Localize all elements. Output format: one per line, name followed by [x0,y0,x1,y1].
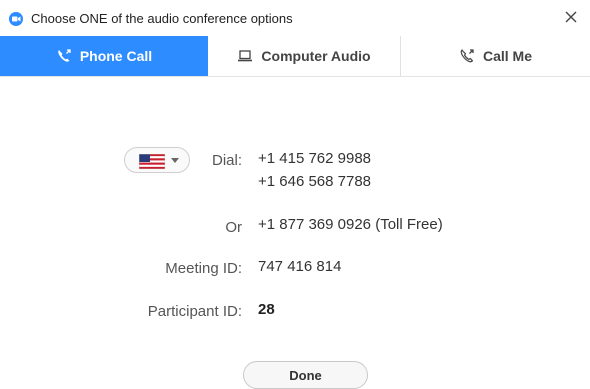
participant-id-value: 28 [258,301,275,318]
tab-call-me-label: Call Me [482,48,532,64]
close-icon[interactable] [562,8,580,26]
meeting-id-value: 747 416 814 [258,258,342,275]
meeting-id-label: Meeting ID: [165,260,242,277]
tab-phone-call-label: Phone Call [79,48,153,64]
phone-icon [58,49,71,62]
tab-computer-audio[interactable]: Computer Audio [208,36,401,76]
dial-number-2: +1 646 568 7788 [258,173,372,190]
audio-option-tabs: Phone Call Computer Audio Call Me [0,36,590,77]
participant-id-label: Participant ID: [147,303,242,320]
tab-phone-call[interactable]: Phone Call [0,36,208,76]
title-bar: Choose ONE of the audio conference optio… [0,0,590,36]
zoom-logo-icon [9,12,23,26]
window-title: Choose ONE of the audio conference optio… [31,11,293,26]
laptop-icon [238,50,253,62]
tab-computer-audio-label: Computer Audio [261,48,371,64]
tab-call-me[interactable]: Call Me [401,36,590,76]
dial-number-1: +1 415 762 9988 [258,150,372,167]
done-button[interactable]: Done [243,361,368,389]
toll-free-number: +1 877 369 0926 (Toll Free) [258,216,443,233]
or-label: Or [225,219,242,236]
dial-label: Dial: [211,152,242,169]
phone-outgoing-icon [460,49,474,63]
done-button-label: Done [289,367,322,383]
